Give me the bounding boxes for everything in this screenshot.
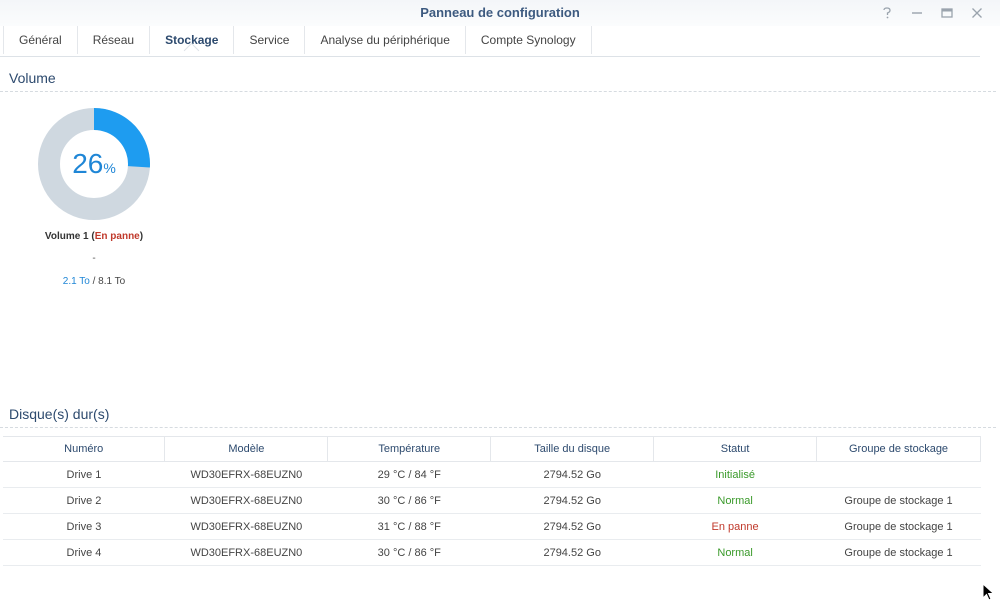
minimize-icon[interactable] bbox=[902, 3, 932, 23]
disks-table: Numéro Modèle Température Taille du disq… bbox=[3, 436, 981, 566]
cell-size: 2794.52 Go bbox=[490, 513, 654, 540]
cell-status: En panne bbox=[653, 513, 817, 540]
cell-number: Drive 1 bbox=[3, 461, 165, 488]
window-title: Panneau de configuration bbox=[420, 5, 580, 20]
cell-temperature: 30 °C / 86 °F bbox=[327, 487, 491, 514]
cell-temperature: 29 °C / 84 °F bbox=[327, 461, 491, 488]
disks-section-divider bbox=[0, 427, 996, 428]
window-controls bbox=[872, 3, 992, 23]
volume-name: Volume 1 bbox=[44, 231, 89, 242]
cell-size: 2794.52 Go bbox=[490, 539, 654, 566]
table-row[interactable]: Drive 1 WD30EFRX-68EUZN0 29 °C / 84 °F 2… bbox=[3, 461, 981, 488]
mouse-cursor-icon bbox=[982, 583, 995, 601]
tab-general[interactable]: Général bbox=[3, 26, 78, 54]
cell-size: 2794.52 Go bbox=[490, 461, 654, 488]
cell-temperature: 30 °C / 86 °F bbox=[327, 539, 491, 566]
tab-service[interactable]: Service bbox=[234, 26, 306, 54]
volume-section-title: Volume bbox=[9, 70, 56, 86]
volume-usage-donut: 26% bbox=[38, 108, 150, 220]
cell-model: WD30EFRX-68EUZN0 bbox=[164, 539, 328, 566]
tab-device-analytics[interactable]: Analyse du périphérique bbox=[305, 26, 466, 54]
table-row[interactable]: Drive 4 WD30EFRX-68EUZN0 30 °C / 86 °F 2… bbox=[3, 539, 981, 566]
table-row[interactable]: Drive 3 WD30EFRX-68EUZN0 31 °C / 88 °F 2… bbox=[3, 513, 981, 540]
cell-temperature: 31 °C / 88 °F bbox=[327, 513, 491, 540]
cell-status: Normal bbox=[653, 487, 817, 514]
cell-number: Drive 3 bbox=[3, 513, 165, 540]
cell-number: Drive 2 bbox=[3, 487, 165, 514]
title-bar: Panneau de configuration bbox=[0, 0, 1000, 26]
volume-capacity: 2.1 To / 8.1 To bbox=[0, 276, 188, 287]
volume-name-line: Volume 1 (En panne) bbox=[44, 231, 144, 242]
tab-network[interactable]: Réseau bbox=[78, 26, 151, 54]
percent-sign: % bbox=[103, 160, 116, 176]
col-header-status[interactable]: Statut bbox=[653, 436, 818, 462]
usage-percent: 26 bbox=[72, 148, 104, 179]
volume-used: 2.1 To bbox=[62, 276, 90, 287]
cell-number: Drive 4 bbox=[3, 539, 165, 566]
col-header-model[interactable]: Modèle bbox=[164, 436, 329, 462]
table-row[interactable]: Drive 2 WD30EFRX-68EUZN0 30 °C / 86 °F 2… bbox=[3, 487, 981, 514]
cell-pool: Groupe de stockage 1 bbox=[816, 539, 981, 566]
cell-status: Normal bbox=[653, 539, 817, 566]
cell-pool bbox=[816, 461, 981, 488]
cell-pool: Groupe de stockage 1 bbox=[816, 487, 981, 514]
tab-synology-account[interactable]: Compte Synology bbox=[466, 26, 592, 54]
cell-model: WD30EFRX-68EUZN0 bbox=[164, 487, 328, 514]
donut-label: 26% bbox=[38, 108, 150, 220]
maximize-icon[interactable] bbox=[932, 3, 962, 23]
tab-bar: Général Réseau Stockage Service Analyse … bbox=[3, 26, 592, 56]
close-icon[interactable] bbox=[962, 3, 992, 23]
col-header-size[interactable]: Taille du disque bbox=[490, 436, 655, 462]
cell-model: WD30EFRX-68EUZN0 bbox=[164, 461, 328, 488]
col-header-number[interactable]: Numéro bbox=[3, 436, 166, 462]
volume-total: 8.1 To bbox=[98, 276, 126, 287]
table-header-row: Numéro Modèle Température Taille du disq… bbox=[3, 436, 981, 462]
cell-status: Initialisé bbox=[653, 461, 817, 488]
help-icon[interactable] bbox=[872, 3, 902, 23]
col-header-temperature[interactable]: Température bbox=[327, 436, 492, 462]
capacity-separator: / bbox=[89, 276, 99, 287]
volume-status: En panne bbox=[94, 231, 140, 242]
cell-model: WD30EFRX-68EUZN0 bbox=[164, 513, 328, 540]
tabs-divider bbox=[0, 56, 980, 57]
disks-section-title: Disque(s) dur(s) bbox=[9, 406, 110, 422]
tab-storage[interactable]: Stockage bbox=[150, 26, 235, 54]
volume-dash: - bbox=[92, 253, 96, 264]
col-header-pool[interactable]: Groupe de stockage bbox=[816, 436, 981, 462]
cell-pool: Groupe de stockage 1 bbox=[816, 513, 981, 540]
volume-section-divider bbox=[0, 91, 996, 92]
cell-size: 2794.52 Go bbox=[490, 487, 654, 514]
